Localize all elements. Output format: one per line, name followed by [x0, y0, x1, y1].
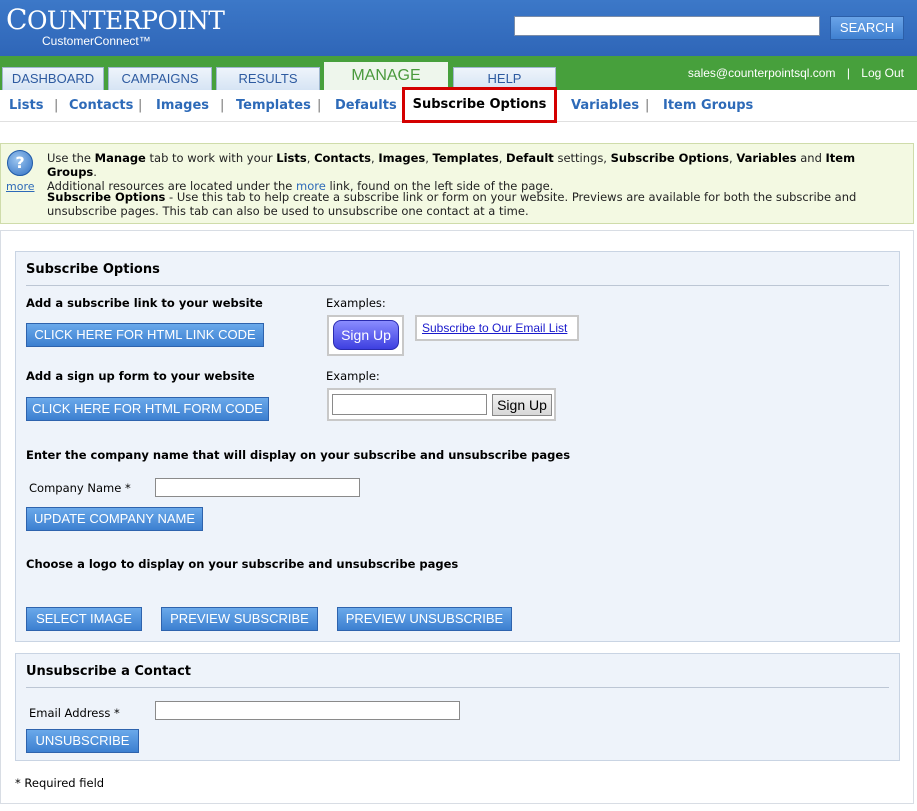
- main-tab-bar: DASHBOARD CAMPAIGNS RESULTS MANAGE HELP …: [0, 56, 917, 90]
- subnav-defaults[interactable]: Defaults: [335, 98, 397, 113]
- subscribe-options-title: Subscribe Options: [26, 262, 160, 277]
- example-signup-button-box: Sign Up: [327, 315, 404, 356]
- tab-manage[interactable]: MANAGE: [324, 62, 448, 90]
- example-signup-link-box: Subscribe to Our Email List: [415, 315, 579, 341]
- examples-label: Examples:: [326, 296, 386, 310]
- logo-heading: Choose a logo to display on your subscri…: [26, 557, 459, 571]
- example-signup-form-box: Sign Up: [327, 388, 556, 421]
- preview-subscribe-button[interactable]: PREVIEW SUBSCRIBE: [161, 607, 318, 631]
- preview-unsubscribe-button[interactable]: PREVIEW UNSUBSCRIBE: [337, 607, 512, 631]
- help-question-icon[interactable]: ?: [7, 150, 33, 176]
- subnav-separator: |: [317, 98, 322, 113]
- subscribe-options-panel: Subscribe Options Add a subscribe link t…: [15, 251, 900, 642]
- subnav-lists[interactable]: Lists: [9, 98, 43, 113]
- search-input[interactable]: [514, 16, 820, 36]
- html-link-code-button[interactable]: CLICK HERE FOR HTML LINK CODE: [26, 323, 264, 347]
- email-address-label: Email Address *: [29, 706, 120, 720]
- unsubscribe-email-field[interactable]: [155, 701, 460, 720]
- subnav-variables[interactable]: Variables: [571, 98, 639, 113]
- panel-divider: [26, 285, 889, 286]
- signup-form-heading: Add a sign up form to your website: [26, 369, 255, 383]
- user-links-separator: |: [846, 66, 850, 80]
- subnav-separator: |: [220, 98, 225, 113]
- top-header: COUNTERPOINT CustomerConnect™ SEARCH: [0, 0, 917, 56]
- logo-subtitle: CustomerConnect™: [42, 34, 151, 48]
- company-name-field[interactable]: [155, 478, 360, 497]
- info-paragraph-1: Use the Manage tab to work with your Lis…: [47, 151, 856, 193]
- user-email: sales@counterpointsql.com: [687, 66, 836, 80]
- example-signup-email-field[interactable]: [332, 394, 487, 415]
- logout-link[interactable]: Log Out: [861, 66, 904, 80]
- subnav-item-groups[interactable]: Item Groups: [663, 98, 753, 113]
- example-label: Example:: [326, 369, 380, 383]
- update-company-name-button[interactable]: UPDATE COMPANY NAME: [26, 507, 203, 531]
- example-signup-button[interactable]: Sign Up: [333, 320, 399, 350]
- subnav-templates[interactable]: Templates: [236, 98, 311, 113]
- company-name-label: Company Name *: [29, 481, 131, 495]
- subnav-contacts[interactable]: Contacts: [69, 98, 133, 113]
- logo-initial: C: [6, 3, 27, 36]
- more-link[interactable]: more: [6, 180, 35, 193]
- subnav-separator: |: [138, 98, 143, 113]
- user-links: sales@counterpointsql.com | Log Out: [684, 66, 904, 80]
- html-form-code-button[interactable]: CLICK HERE FOR HTML FORM CODE: [26, 397, 269, 421]
- logo-text: OUNTERPOINT: [26, 6, 225, 35]
- subnav-separator: |: [645, 98, 650, 113]
- subscribe-link-heading: Add a subscribe link to your website: [26, 296, 263, 310]
- select-image-button[interactable]: SELECT IMAGE: [26, 607, 142, 631]
- unsubscribe-title: Unsubscribe a Contact: [26, 664, 192, 679]
- example-signup-form-button[interactable]: Sign Up: [492, 394, 552, 416]
- tab-campaigns[interactable]: CAMPAIGNS: [108, 67, 212, 90]
- tab-dashboard[interactable]: DASHBOARD: [2, 67, 104, 90]
- search-button[interactable]: SEARCH: [830, 16, 904, 40]
- unsubscribe-panel: Unsubscribe a Contact Email Address * UN…: [15, 653, 900, 761]
- counterpoint-logo[interactable]: COUNTERPOINT CustomerConnect™: [6, 3, 225, 48]
- main-content: Subscribe Options Add a subscribe link t…: [0, 230, 914, 804]
- subnav-images[interactable]: Images: [156, 98, 209, 113]
- subnav-subscribe-options-active[interactable]: Subscribe Options: [402, 87, 557, 123]
- subnav-subscribe-options-label: Subscribe Options: [412, 97, 547, 112]
- tab-results[interactable]: RESULTS: [216, 67, 320, 90]
- required-field-note: * Required field: [15, 776, 105, 790]
- unsubscribe-button[interactable]: UNSUBSCRIBE: [26, 729, 139, 753]
- info-paragraph-2: Subscribe Options - Use this tab to help…: [47, 190, 857, 218]
- panel-divider: [26, 687, 889, 688]
- example-subscribe-link[interactable]: Subscribe to Our Email List: [422, 321, 567, 335]
- help-info-panel: ? more Use the Manage tab to work with y…: [0, 143, 914, 224]
- subnav-separator: |: [54, 98, 59, 113]
- company-name-heading: Enter the company name that will display…: [26, 448, 571, 462]
